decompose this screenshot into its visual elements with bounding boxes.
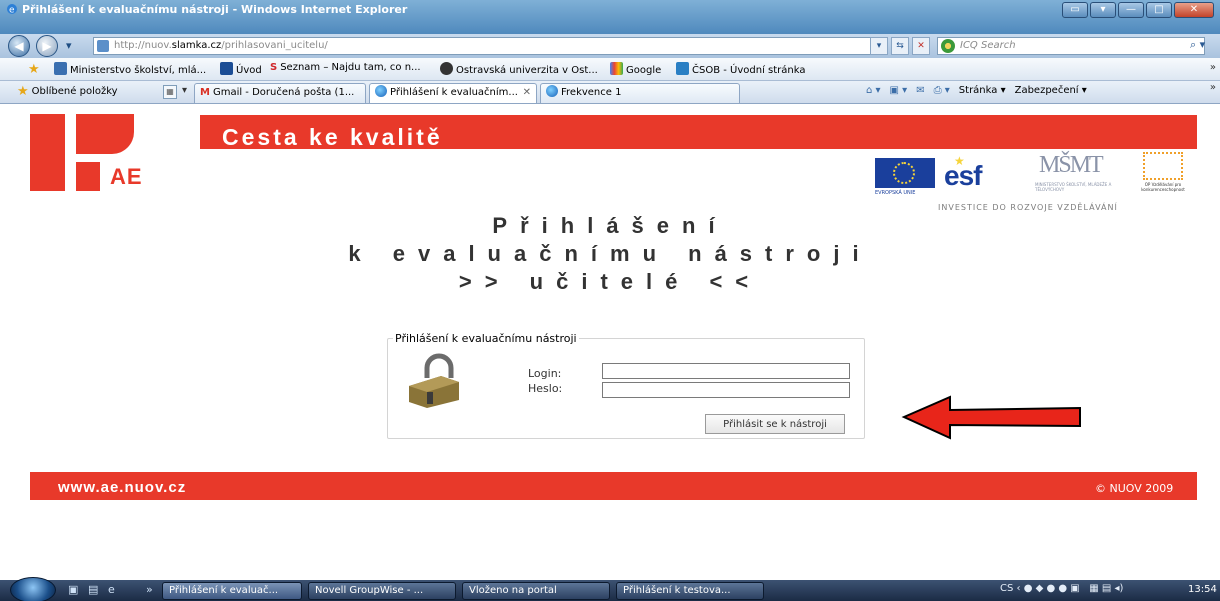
stop-icon[interactable]: ✕	[912, 37, 930, 55]
heading-line-2: k evaluačnímu nástroji	[348, 241, 872, 266]
language-indicator[interactable]: CS	[1000, 583, 1013, 594]
google-favicon-icon	[610, 62, 623, 75]
start-button[interactable]	[10, 577, 56, 601]
forward-button[interactable]: ▶	[36, 35, 58, 57]
taskbar-item-testova[interactable]: Přihlášení k testova...	[616, 582, 764, 600]
svg-text:e: e	[9, 6, 15, 16]
system-tray: CS ‹ ● ◆ ● ● ▣ ▦ ▤ ◂)	[1000, 583, 1123, 594]
login-legend: Přihlášení k evaluačnímu nástroji	[393, 332, 579, 345]
tab-gmail[interactable]: M Gmail - Doručená pošta (1...	[194, 83, 366, 103]
ie-logo-icon: e	[7, 4, 17, 16]
close-button[interactable]: ✕	[1174, 2, 1214, 18]
refresh-icon[interactable]: ⇆	[891, 37, 909, 55]
tagline: INVESTICE DO ROZVOJE VZDĚLÁVÁNÍ	[938, 203, 1118, 212]
link-csob[interactable]: ČSOB - Úvodní stránka	[676, 62, 805, 76]
window-title: Přihlášení k evaluačnímu nástroji - Wind…	[22, 3, 408, 16]
search-input[interactable]: ICQ Search	[937, 37, 1205, 55]
login-label: Login:	[528, 367, 562, 380]
msmt-logo: MŠMT MINISTERSTVO ŠKOLSTVÍ, MLÁDEŽE A TĚ…	[1035, 152, 1112, 192]
login-input[interactable]	[602, 363, 850, 379]
esf-logo: ★ esf	[944, 154, 982, 191]
security-menu[interactable]: Zabezpečení ▾	[1015, 85, 1087, 96]
tab-list-dropdown-icon[interactable]: ▾	[182, 85, 187, 96]
tabs-toolbar: ★ Oblíbené položky ▦ ▾ M Gmail - Doručená …	[0, 81, 1220, 104]
favorites-button[interactable]: ★ Oblíbené položky	[17, 84, 118, 99]
tab-prihlaseni[interactable]: Přihlášení k evaluačním... ✕	[369, 83, 537, 103]
more-quicklaunch-icon[interactable]: »	[146, 583, 153, 596]
msmt-favicon-icon	[54, 62, 67, 75]
link-uvod[interactable]: Úvod	[220, 62, 262, 76]
heading-line-1: Přihlášení	[492, 213, 728, 238]
web-page: AE Cesta ke kvalitě EVROPSKÁ UNIE ★ esf …	[0, 105, 1220, 580]
gmail-icon: M	[200, 87, 210, 98]
taskbar-item-ie[interactable]: Přihlášení k evaluač...	[162, 582, 302, 600]
minimize-button[interactable]: —	[1118, 2, 1144, 18]
chevron-down-icon[interactable]: ▾	[1090, 2, 1116, 18]
maximize-button[interactable]: □	[1146, 2, 1172, 18]
more-links-icon[interactable]: »	[1210, 62, 1216, 73]
heading-line-3: >> učitelé <<	[458, 269, 762, 294]
csob-favicon-icon	[676, 62, 689, 75]
switch-windows-icon[interactable]: ▤	[88, 583, 98, 596]
feeds-icon[interactable]: ▣ ▾	[890, 85, 908, 96]
login-submit-button[interactable]: Přihlásit se k nástroji	[705, 414, 845, 434]
show-desktop-icon[interactable]: ▣	[68, 583, 78, 596]
taskbar-item-groupwise[interactable]: Novell GroupWise - ...	[308, 582, 456, 600]
quick-tabs-icon[interactable]: ▦	[163, 85, 177, 99]
ie-tab-icon	[375, 85, 387, 97]
link-seznam[interactable]: S Seznam – Najdu tam, co n...	[270, 62, 421, 73]
mail-icon[interactable]: ✉	[916, 85, 924, 96]
link-msmt[interactable]: Ministerstvo školství, mlá...	[54, 62, 206, 76]
home-icon[interactable]: ⌂ ▾	[866, 85, 881, 96]
ie-quicklaunch-icon[interactable]: e	[108, 583, 115, 596]
page-favicon-icon	[97, 40, 109, 52]
red-arrow-icon	[901, 395, 1081, 440]
address-toolbar: ◀ ▶ ▾ http://nuov.slamka.cz/prihlasovani…	[0, 34, 1220, 58]
links-toolbar: ★ Ministerstvo školství, mlá... Úvod S Se…	[0, 58, 1220, 81]
history-dropdown-icon[interactable]: ▾	[66, 39, 72, 52]
footer-copyright: © NUOV 2009	[1095, 482, 1174, 495]
address-input[interactable]: http://nuov.slamka.cz/prihlasovani_ucite…	[93, 37, 879, 55]
favorites-star-icon: ★	[17, 84, 29, 99]
page-menu[interactable]: Stránka ▾	[959, 85, 1006, 96]
password-label: Heslo:	[528, 382, 563, 395]
clock[interactable]: 13:54	[1188, 584, 1217, 595]
close-tab-icon[interactable]: ✕	[523, 84, 531, 102]
banner-title: Cesta ke kvalitě	[222, 124, 443, 150]
taskbar-item-portal[interactable]: Vloženo na portal	[462, 582, 610, 600]
flip-icon[interactable]: ▭	[1062, 2, 1088, 18]
eu-flag-icon	[875, 158, 935, 188]
title-bar: e Přihlášení k evaluačnímu nástroji - Wi…	[0, 0, 1220, 34]
more-commands-icon[interactable]: »	[1210, 82, 1216, 93]
print-icon[interactable]: ⎙ ▾	[934, 85, 950, 96]
search-icon[interactable]: ⌕ ▾	[1190, 38, 1205, 52]
icq-flower-icon	[941, 39, 955, 53]
link-ostravska[interactable]: Ostravská univerzita v Ost...	[440, 62, 598, 76]
taskbar: ▣ ▤ e » Přihlášení k evaluač... Novell G…	[0, 577, 1220, 601]
padlock-icon	[409, 353, 459, 408]
password-input[interactable]	[602, 382, 850, 398]
address-dropdown-icon[interactable]: ▾	[870, 37, 888, 55]
ie-tab-icon	[546, 85, 558, 97]
tab-frekvence[interactable]: Frekvence 1	[540, 83, 740, 103]
ae-logo: AE	[30, 114, 157, 191]
op-logo: OP Vzdělávání pro konkurenceschopnost	[1133, 152, 1193, 192]
uvod-favicon-icon	[220, 62, 233, 75]
ostravska-favicon-icon	[440, 62, 453, 75]
link-google[interactable]: Google	[610, 62, 661, 76]
back-button[interactable]: ◀	[8, 35, 30, 57]
footer-url[interactable]: www.ae.nuov.cz	[58, 479, 186, 496]
seznam-favicon-icon: S	[270, 62, 278, 73]
tray-icons[interactable]: ‹ ● ◆ ● ● ▣ ▦ ▤ ◂)	[1017, 583, 1124, 594]
footer-bar	[30, 472, 1197, 500]
add-favorite-star-icon[interactable]: ★	[28, 62, 43, 77]
